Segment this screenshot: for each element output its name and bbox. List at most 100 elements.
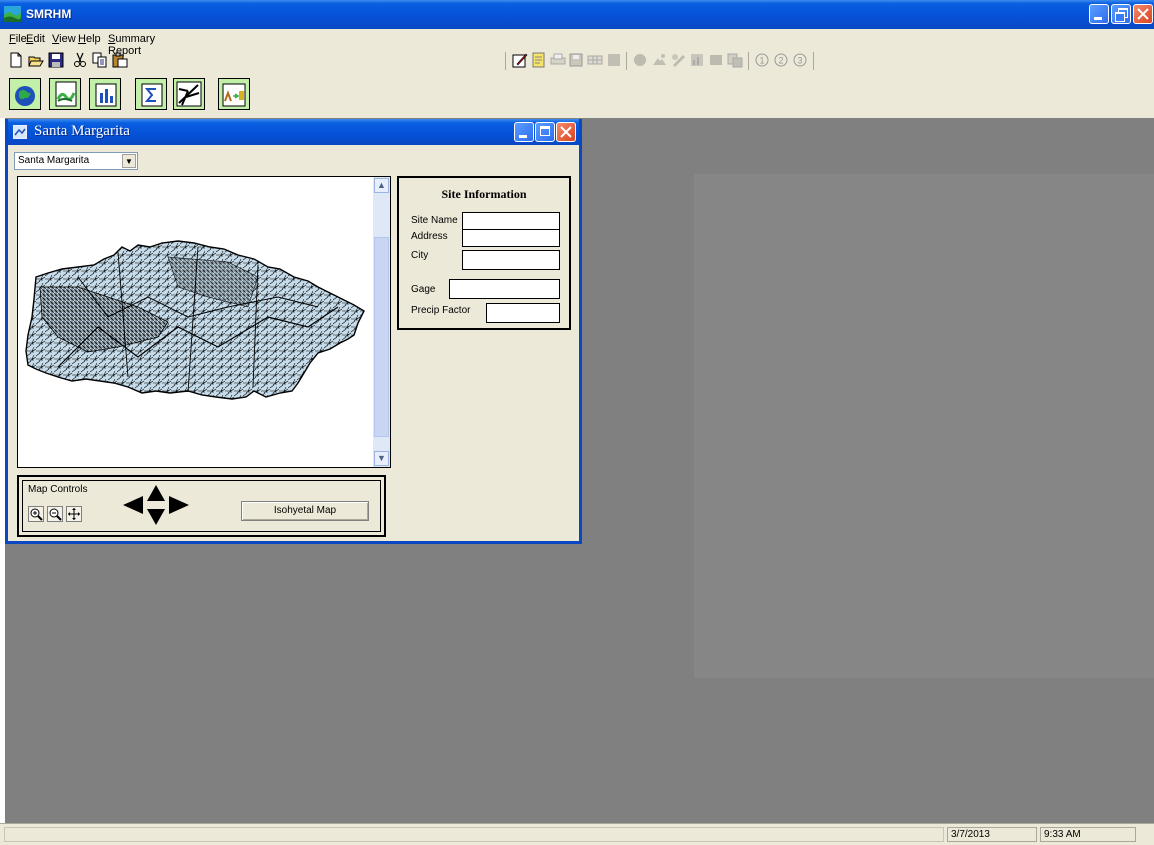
map-controls-frame: Map Controls Isohyetal Map (22, 480, 381, 532)
bar-chart-button[interactable] (89, 78, 121, 110)
copy-icon[interactable] (92, 52, 108, 68)
address-label: Address (411, 231, 448, 242)
step-2-icon[interactable]: 2 (773, 52, 789, 68)
santa-margarita-window: Santa Margarita Santa Margarita ▼ ▲ ▼ Si… (5, 119, 582, 544)
status-message (4, 827, 944, 842)
standard-toolbar: 1 2 3 (0, 50, 1154, 72)
layer-icon[interactable] (651, 52, 667, 68)
watershed-map-canvas[interactable] (18, 177, 373, 467)
disk-icon[interactable] (568, 52, 584, 68)
address-field[interactable] (462, 229, 560, 247)
child-minimize-button[interactable] (514, 122, 534, 142)
toolbar-separator (748, 52, 749, 70)
scroll-thumb[interactable] (374, 237, 389, 437)
sigma-icon (141, 83, 163, 107)
open-icon[interactable] (28, 52, 44, 68)
pan-right-icon[interactable] (169, 496, 189, 514)
app-icon (4, 6, 21, 22)
cut-icon[interactable] (72, 52, 88, 68)
restore-button[interactable] (1111, 4, 1131, 24)
globe-button[interactable] (9, 78, 41, 110)
circle-icon[interactable] (632, 52, 648, 68)
edit-icon[interactable] (512, 52, 528, 68)
site-information-panel: Site Information Site Name Address City … (397, 176, 571, 330)
site-name-field[interactable] (462, 212, 560, 230)
city-label: City (411, 250, 429, 261)
save-icon[interactable] (48, 52, 64, 68)
pan-button[interactable] (66, 506, 82, 522)
gage-field[interactable] (449, 279, 560, 299)
child-title-bar[interactable]: Santa Margarita (8, 119, 579, 145)
close-icon (1137, 8, 1149, 20)
background-panel (694, 174, 1154, 678)
site-name-label: Site Name (411, 215, 458, 226)
chevron-down-icon[interactable]: ▼ (122, 154, 136, 168)
status-date: 3/7/2013 (947, 827, 1037, 842)
toolbar-separator (626, 52, 627, 70)
paste-icon[interactable] (112, 52, 128, 68)
hydrograph-button[interactable] (218, 78, 250, 110)
chart-icon[interactable] (689, 52, 705, 68)
pan-left-icon[interactable] (123, 496, 143, 514)
status-bar: 3/7/2013 9:33 AM (0, 823, 1154, 845)
zoom-in-icon (30, 508, 43, 521)
watershed-select[interactable]: Santa Margarita ▼ (14, 152, 138, 170)
watershed-select-value: Santa Margarita (18, 155, 90, 166)
map-controls-label: Map Controls (28, 484, 88, 495)
child-maximize-button[interactable] (535, 122, 555, 142)
hydrograph-icon (222, 83, 246, 107)
map-icon[interactable] (708, 52, 724, 68)
site-information-title: Site Information (441, 187, 527, 201)
note-icon[interactable] (531, 52, 547, 68)
close-button[interactable] (1133, 4, 1153, 24)
menu-view[interactable]: View (52, 33, 76, 45)
zoom-out-button[interactable] (47, 506, 63, 522)
module-toolbar (0, 74, 1154, 118)
gage-label: Gage (411, 284, 436, 295)
pan-up-icon[interactable] (147, 485, 165, 501)
menu-edit[interactable]: Edit (26, 33, 45, 45)
step-1-icon[interactable]: 1 (754, 52, 770, 68)
svg-text:1: 1 (759, 56, 764, 66)
precip-factor-field[interactable] (486, 303, 560, 323)
stream-network-button[interactable] (173, 78, 205, 110)
watershed-icon (55, 81, 77, 107)
grid-icon[interactable] (606, 52, 622, 68)
step-3-icon[interactable]: 3 (792, 52, 808, 68)
pan-down-icon[interactable] (147, 509, 165, 525)
minimize-button[interactable] (1089, 4, 1109, 24)
window-icon (13, 125, 27, 139)
pan-arrows (123, 485, 189, 525)
city-field[interactable] (462, 250, 560, 270)
watershed-map[interactable]: ▲ ▼ (17, 176, 391, 468)
status-time: 9:33 AM (1040, 827, 1136, 842)
svg-text:2: 2 (778, 56, 783, 66)
svg-text:3: 3 (797, 56, 802, 66)
main-title-bar[interactable]: SMRHM (0, 0, 1154, 29)
scroll-down-icon[interactable]: ▼ (374, 451, 389, 466)
new-icon[interactable] (8, 52, 24, 68)
isohyetal-map-button[interactable]: Isohyetal Map (241, 501, 369, 521)
stream-network-icon (176, 81, 202, 107)
globe-icon (15, 86, 35, 106)
child-close-button[interactable] (556, 122, 576, 142)
table-icon[interactable] (587, 52, 603, 68)
export-icon[interactable] (727, 52, 743, 68)
menu-help[interactable]: Help (78, 33, 101, 45)
palette-icon[interactable] (670, 52, 686, 68)
zoom-in-button[interactable] (28, 506, 44, 522)
watershed-button[interactable] (49, 78, 81, 110)
close-icon (560, 126, 572, 138)
print-icon[interactable] (550, 52, 566, 68)
app-title: SMRHM (26, 7, 72, 21)
zoom-out-icon (49, 508, 62, 521)
scroll-up-icon[interactable]: ▲ (374, 178, 389, 193)
child-window-title: Santa Margarita (34, 123, 130, 139)
toolbar-separator (813, 52, 814, 70)
toolbar-separator (505, 52, 506, 70)
sigma-button[interactable] (135, 78, 167, 110)
pan-icon (68, 508, 80, 520)
menu-file[interactable]: File (9, 33, 27, 45)
precip-factor-label: Precip Factor (411, 305, 471, 316)
map-vertical-scrollbar[interactable]: ▲ ▼ (373, 177, 390, 467)
